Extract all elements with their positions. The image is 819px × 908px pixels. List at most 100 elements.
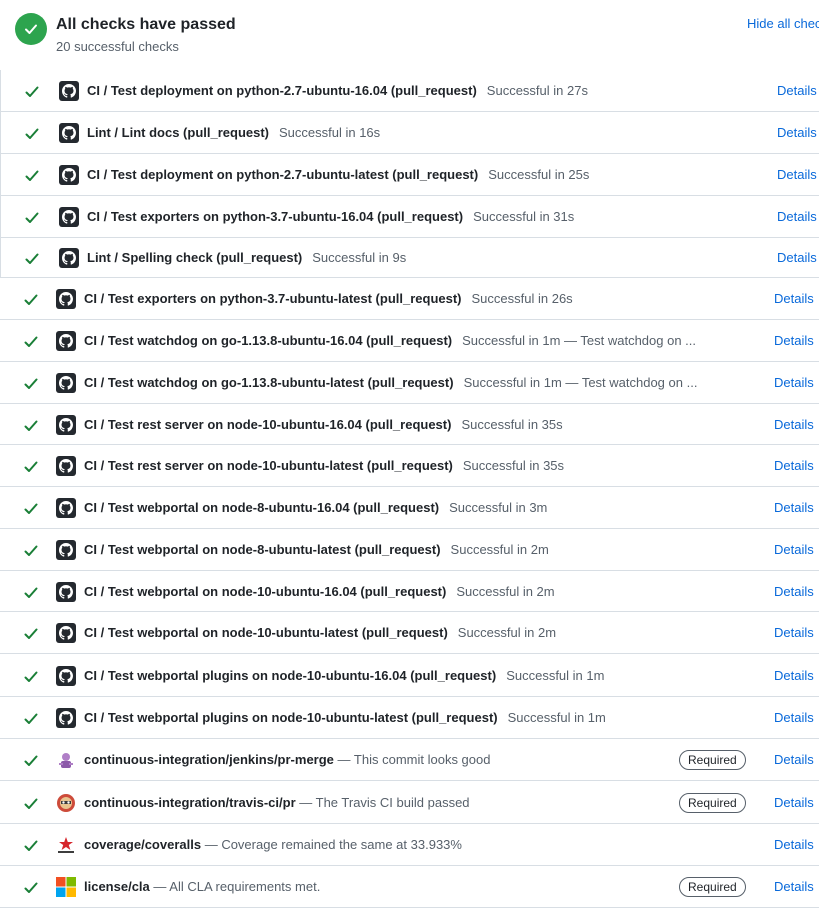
check-text: CI / Test rest server on node-10-ubuntu-… — [84, 458, 564, 473]
details-link[interactable]: Details — [774, 752, 814, 767]
check-row: CI / Test watchdog on go-1.13.8-ubuntu-l… — [0, 362, 819, 404]
check-text: CI / Test webportal plugins on node-10-u… — [84, 668, 604, 683]
check-status: Successful in 25s — [488, 167, 590, 182]
check-row: coverage/coveralls — Coverage remained t… — [0, 824, 819, 866]
details-link[interactable]: Details — [774, 375, 814, 390]
details-link[interactable]: Details — [774, 668, 814, 683]
details-link[interactable]: Details — [774, 710, 814, 725]
github-icon — [56, 373, 76, 393]
github-icon — [59, 248, 79, 268]
jenkins-icon — [56, 750, 76, 770]
check-status: — This commit looks good — [337, 752, 491, 767]
check-name: CI / Test webportal plugins on node-10-u… — [84, 710, 498, 725]
github-icon — [59, 165, 79, 185]
check-name: license/cla — [84, 879, 150, 894]
check-text: CI / Test webportal on node-10-ubuntu-la… — [84, 625, 556, 640]
check-name: CI / Test webportal on node-8-ubuntu-lat… — [84, 542, 441, 557]
details-link[interactable]: Details — [777, 167, 817, 182]
check-mark-icon — [24, 712, 38, 724]
hide-all-checks-link[interactable]: Hide all checks — [747, 16, 819, 31]
check-name: CI / Test webportal plugins on node-10-u… — [84, 668, 497, 683]
check-status: Successful in 35s — [461, 417, 563, 432]
check-text: CI / Test webportal on node-10-ubuntu-16… — [84, 584, 555, 599]
check-row: CI / Test webportal on node-10-ubuntu-la… — [0, 612, 819, 654]
check-name: continuous-integration/jenkins/pr-merge — [84, 752, 334, 767]
details-link[interactable]: Details — [774, 584, 814, 599]
check-mark-icon — [24, 881, 38, 893]
check-name: CI / Test rest server on node-10-ubuntu-… — [84, 417, 452, 432]
check-status: Successful in 2m — [456, 584, 555, 599]
github-icon — [56, 582, 76, 602]
details-link[interactable]: Details — [777, 209, 817, 224]
check-row: CI / Test rest server on node-10-ubuntu-… — [0, 404, 819, 445]
check-status: Successful in 27s — [486, 83, 588, 98]
check-text: CI / Test webportal plugins on node-10-u… — [84, 710, 606, 725]
check-mark-icon — [24, 797, 38, 809]
check-text: CI / Test deployment on python-2.7-ubunt… — [87, 167, 589, 182]
check-mark-icon — [25, 85, 39, 97]
check-status: Successful in 1m — Test watchdog on ... — [463, 375, 698, 390]
check-status: Successful in 1m — Test watchdog on ... — [462, 333, 697, 348]
github-icon — [59, 123, 79, 143]
check-name: CI / Test watchdog on go-1.13.8-ubuntu-1… — [84, 333, 453, 348]
check-mark-icon — [25, 252, 39, 264]
check-text: CI / Test exporters on python-3.7-ubuntu… — [84, 291, 573, 306]
check-mark-icon — [24, 586, 38, 598]
github-icon — [56, 331, 76, 351]
details-link[interactable]: Details — [774, 333, 814, 348]
check-mark-icon — [24, 627, 38, 639]
check-status: Successful in 2m — [450, 542, 549, 557]
check-status: — The Travis CI build passed — [299, 795, 470, 810]
check-text: Lint / Spelling check (pull_request) Succ… — [87, 250, 406, 265]
check-row: Lint / Spelling check (pull_request) Succ… — [0, 238, 819, 278]
check-mark-icon — [24, 544, 38, 556]
details-link[interactable]: Details — [774, 625, 814, 640]
check-name: CI / Test exporters on python-3.7-ubuntu… — [84, 291, 462, 306]
check-name: Lint / Lint docs (pull_request) — [87, 125, 269, 140]
check-row: continuous-integration/jenkins/pr-merge … — [0, 739, 819, 781]
check-mark-icon — [24, 293, 38, 305]
check-row: CI / Test webportal on node-8-ubuntu-lat… — [0, 529, 819, 571]
required-badge: Required — [679, 877, 746, 897]
check-mark-icon — [24, 377, 38, 389]
details-link[interactable]: Details — [774, 500, 814, 515]
check-status: Successful in 26s — [471, 291, 573, 306]
details-link[interactable]: Details — [777, 83, 817, 98]
check-mark-icon — [25, 169, 39, 181]
check-mark-icon — [24, 335, 38, 347]
check-name: CI / Test deployment on python-2.7-ubunt… — [87, 167, 479, 182]
github-icon — [56, 666, 76, 686]
check-text: CI / Test watchdog on go-1.13.8-ubuntu-l… — [84, 375, 697, 390]
check-status: Successful in 35s — [462, 458, 565, 473]
check-status: — Coverage remained the same at 33.933% — [204, 837, 462, 852]
details-link[interactable]: Details — [774, 458, 814, 473]
check-mark-icon — [25, 127, 39, 139]
check-status: Successful in 1m — [506, 668, 605, 683]
github-icon — [56, 498, 76, 518]
github-icon — [56, 289, 76, 309]
check-status: Successful in 2m — [457, 625, 557, 640]
check-mark-icon — [24, 839, 38, 851]
details-link[interactable]: Details — [777, 250, 817, 265]
details-link[interactable]: Details — [774, 542, 814, 557]
check-name: Lint / Spelling check (pull_request) — [87, 250, 303, 265]
check-text: CI / Test rest server on node-10-ubuntu-… — [84, 417, 563, 432]
check-status: Successful in 1m — [507, 710, 606, 725]
details-link[interactable]: Details — [774, 879, 814, 894]
check-mark-icon — [24, 460, 38, 472]
check-name: CI / Test exporters on python-3.7-ubuntu… — [87, 209, 464, 224]
check-name: CI / Test watchdog on go-1.13.8-ubuntu-l… — [84, 375, 454, 390]
details-link[interactable]: Details — [774, 795, 814, 810]
check-text: license/cla — All CLA requirements met. — [84, 879, 320, 894]
github-icon — [56, 456, 76, 476]
details-link[interactable]: Details — [774, 837, 814, 852]
details-link[interactable]: Details — [774, 291, 814, 306]
details-link[interactable]: Details — [777, 125, 817, 140]
check-name: CI / Test webportal on node-10-ubuntu-16… — [84, 584, 447, 599]
travis-icon — [56, 793, 76, 813]
check-row: CI / Test exporters on python-3.7-ubuntu… — [0, 196, 819, 238]
details-link[interactable]: Details — [774, 417, 814, 432]
check-row: CI / Test deployment on python-2.7-ubunt… — [0, 154, 819, 196]
cla-icon — [56, 877, 76, 897]
check-text: coverage/coveralls — Coverage remained t… — [84, 837, 462, 852]
